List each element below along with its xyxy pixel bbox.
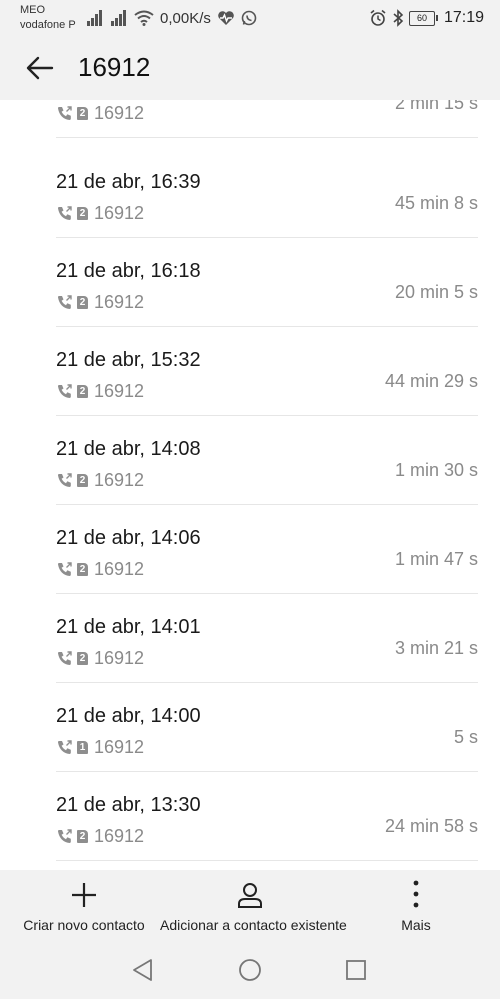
call-date: 21 de abr, 14:00: [56, 705, 201, 727]
more-button[interactable]: Mais: [386, 870, 446, 942]
outgoing-call-icon: [58, 106, 72, 120]
signal-icon-2: [111, 10, 126, 26]
more-label: Mais: [401, 917, 431, 933]
outgoing-call-icon: [58, 829, 72, 843]
outgoing-call-icon: [58, 740, 72, 754]
outgoing-call-icon: [58, 473, 72, 487]
call-duration: 45 min 8 s: [394, 193, 478, 213]
call-duration: 2 min 15 s: [394, 100, 478, 113]
call-date: 21 de abr, 14:06: [56, 527, 201, 549]
create-contact-button[interactable]: Criar novo contacto: [14, 870, 154, 942]
call-number: 16912: [94, 737, 145, 757]
call-date: 21 de abr, 15:32: [56, 349, 201, 371]
sim-icon: 2: [77, 385, 88, 398]
outgoing-call-icon: [58, 206, 72, 220]
call-log-row[interactable]: 21 de abr, 16:39 2 16912 45 min 8 s: [56, 148, 478, 238]
sim-icon: 2: [77, 107, 88, 120]
page-title: 16912: [78, 52, 151, 82]
signal-icon: [87, 10, 102, 26]
sim-icon: 2: [77, 207, 88, 220]
whatsapp-icon: [241, 10, 257, 26]
call-duration: 1 min 47 s: [394, 549, 478, 569]
outgoing-call-icon: [58, 651, 72, 665]
add-to-contact-label: Adicionar a contacto existente: [160, 917, 347, 933]
sim-icon: 2: [77, 652, 88, 665]
call-number: 16912: [94, 470, 145, 490]
system-nav-bar: [0, 942, 500, 999]
call-date: 21 de abr, 16:18: [56, 260, 201, 282]
call-number: 16912: [94, 559, 145, 579]
sim-icon: 2: [77, 474, 88, 487]
create-contact-label: Criar novo contacto: [23, 917, 145, 933]
outgoing-call-icon: [58, 295, 72, 309]
call-number: 16912: [94, 292, 145, 312]
sim-icon: 1: [77, 741, 88, 754]
status-time: 17:19: [443, 9, 484, 26]
call-history-list[interactable]: 2 16912 2 min 15 s 21 de abr, 16:39 2 16…: [0, 100, 500, 870]
call-date: 21 de abr, 14:08: [56, 438, 201, 460]
outgoing-call-icon: [58, 384, 72, 398]
call-date: 21 de abr, 16:39: [56, 171, 201, 193]
alarm-icon: [370, 9, 386, 26]
call-log-row[interactable]: 21 de abr, 16:18 2 16912 20 min 5 s: [56, 237, 478, 327]
call-number: 16912: [94, 381, 145, 401]
battery-level: 60: [416, 13, 427, 23]
call-number: 16912: [94, 648, 145, 668]
carrier-1: MEO: [20, 4, 46, 16]
call-log-row[interactable]: 21 de abr, 15:32 2 16912 44 min 29 s: [56, 326, 478, 416]
outgoing-call-icon: [58, 562, 72, 576]
call-number: 16912: [94, 203, 145, 223]
add-to-contact-button[interactable]: Adicionar a contacto existente: [160, 870, 347, 942]
call-duration: 44 min 29 s: [384, 371, 478, 391]
action-bar: Criar novo contacto Adicionar a contacto…: [0, 870, 500, 942]
health-icon: [218, 11, 234, 25]
call-log-row[interactable]: 21 de abr, 13:30 2 16912 24 min 58 s: [56, 771, 478, 861]
net-speed: 0,00K/s: [160, 9, 211, 27]
call-duration: 3 min 21 s: [394, 638, 478, 658]
sim-icon: 2: [77, 563, 88, 576]
call-log-row[interactable]: 21 de abr, 14:06 2 16912 1 min 47 s: [56, 504, 478, 594]
more-vertical-icon: [413, 880, 419, 908]
nav-home-icon[interactable]: [238, 958, 262, 982]
call-log-row[interactable]: 2 16912 2 min 15 s: [56, 100, 478, 138]
call-log-row[interactable]: 21 de abr, 14:01 2 16912 3 min 21 s: [56, 593, 478, 683]
call-duration: 1 min 30 s: [394, 460, 478, 480]
call-number: 16912: [94, 103, 145, 123]
nav-back-icon[interactable]: [131, 958, 155, 982]
nav-recents-icon[interactable]: [344, 958, 368, 982]
call-date: 21 de abr, 14:01: [56, 616, 201, 638]
call-log-row[interactable]: 21 de abr, 14:00 1 16912 5 s: [56, 682, 478, 772]
bluetooth-icon: [393, 9, 404, 27]
carrier-2: vodafone P: [20, 19, 76, 31]
carrier-info: MEO vodafone P: [20, 3, 76, 33]
wifi-icon: [134, 10, 154, 26]
call-duration: 5 s: [453, 727, 478, 747]
call-date: 21 de abr, 13:30: [56, 794, 201, 816]
plus-icon: [72, 883, 96, 907]
call-duration: 20 min 5 s: [394, 282, 478, 302]
back-arrow-icon[interactable]: [24, 52, 56, 84]
call-log-row[interactable]: 21 de abr, 14:08 2 16912 1 min 30 s: [56, 415, 478, 505]
call-number: 16912: [94, 826, 145, 846]
status-bar: MEO vodafone P 0,00K/s 60 17:19: [0, 0, 500, 38]
person-icon: [238, 883, 262, 908]
app-bar: 16912: [0, 38, 500, 100]
battery-icon: 60: [408, 10, 438, 26]
sim-icon: 2: [77, 830, 88, 843]
call-duration: 24 min 58 s: [384, 816, 478, 836]
sim-icon: 2: [77, 296, 88, 309]
